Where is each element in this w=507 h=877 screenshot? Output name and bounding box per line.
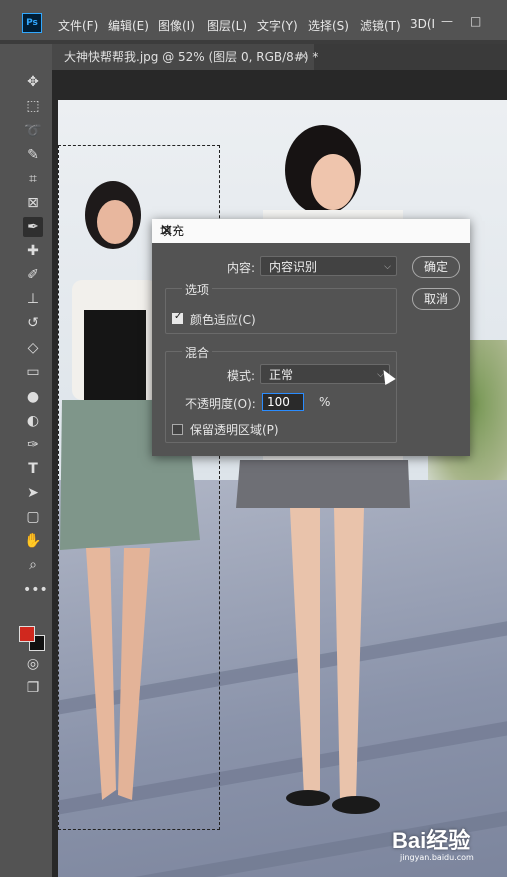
close-icon[interactable]: × (298, 44, 309, 70)
options-label: 选项 (182, 281, 213, 298)
preserve-transparency-label: 保留透明区域(P) (190, 423, 279, 437)
dodge-icon[interactable]: ◐ (23, 411, 43, 431)
hand-icon[interactable]: ✋ (23, 531, 43, 551)
ok-button[interactable]: 确定 (412, 256, 460, 278)
gradient-icon[interactable]: ▭ (23, 362, 43, 382)
eyedropper-icon[interactable]: ✒ (23, 217, 43, 237)
menu-layer[interactable]: 图层(L) (207, 17, 247, 34)
lasso-icon[interactable]: ➰ (23, 121, 43, 141)
menu-file[interactable]: 文件(F) (58, 17, 98, 34)
document-tab[interactable]: 大神快帮帮我.jpg @ 52% (图层 0, RGB/8#) * × (52, 44, 318, 70)
mode-select[interactable]: 正常 ⌵ (260, 364, 390, 384)
dialog-title-bar: 填充 ✕ (152, 219, 470, 243)
rectangle-icon[interactable]: ▢ (23, 507, 43, 527)
quick-mask-icon[interactable]: ◎ (23, 654, 43, 674)
history-brush-icon[interactable]: ↺ (23, 313, 43, 333)
content-select-value: 内容识别 (269, 260, 318, 274)
menu-type[interactable]: 文字(Y) (257, 17, 298, 34)
menu-select[interactable]: 选择(S) (308, 17, 349, 34)
menu-edit[interactable]: 编辑(E) (108, 17, 149, 34)
menu-3d[interactable]: 3D(I (410, 17, 435, 31)
document-tab-title: 大神快帮帮我.jpg @ 52% (图层 0, RGB/8#) * (64, 50, 319, 64)
path-select-icon[interactable]: ➤ (23, 483, 43, 503)
menu-filter[interactable]: 滤镜(T) (360, 17, 401, 34)
watermark-logo: Bai经验 (392, 828, 471, 853)
mode-select-value: 正常 (269, 368, 294, 382)
blur-icon[interactable]: ● (23, 387, 43, 407)
color-adapt-label: 颜色适应(C) (190, 313, 256, 327)
opacity-unit: % (319, 395, 331, 409)
tab-bar: 大神快帮帮我.jpg @ 52% (图层 0, RGB/8#) * × (52, 44, 507, 70)
healing-icon[interactable]: ✚ (23, 241, 43, 261)
tools-panel: ✥ ⬚ ➰ ✎ ⌗ ⊠ ✒ ✚ ✐ ⊥ ↺ ◇ ▭ ● ◐ ✑ T ➤ ▢ ✋ … (0, 44, 52, 877)
blend-label: 混合 (182, 344, 213, 361)
pen-icon[interactable]: ✑ (23, 435, 43, 455)
screen-mode-icon[interactable]: ❐ (23, 678, 43, 698)
photoshop-logo: Ps (22, 13, 42, 33)
close-icon[interactable]: ✕ (160, 219, 462, 243)
type-icon[interactable]: T (23, 459, 43, 479)
opacity-input[interactable]: 100 (262, 393, 304, 411)
foreground-color-swatch[interactable] (19, 626, 35, 642)
watermark-url: jingyan.baidu.com (400, 853, 474, 862)
brush-icon[interactable]: ✐ (23, 265, 43, 285)
minimize-button[interactable]: — (441, 14, 453, 28)
color-adapt-checkbox[interactable] (172, 311, 183, 324)
cancel-button[interactable]: 取消 (412, 288, 460, 310)
more-icon[interactable]: ••• (23, 580, 48, 600)
chevron-down-icon: ⌵ (384, 262, 391, 272)
opacity-label: 不透明度(O): (185, 397, 256, 411)
zoom-icon[interactable]: ⌕ (23, 555, 43, 575)
menu-image[interactable]: 图像(I) (158, 17, 195, 34)
eraser-icon[interactable]: ◇ (23, 338, 43, 358)
content-label: 内容: (227, 261, 256, 275)
fill-dialog: 填充 ✕ 内容: 内容识别 ⌵ 确定 取消 选项 颜色适应(C) 混合 模式: … (152, 219, 470, 456)
crop-icon[interactable]: ⌗ (23, 169, 43, 189)
frame-icon[interactable]: ⊠ (23, 193, 43, 213)
quick-select-icon[interactable]: ✎ (23, 145, 43, 165)
move-icon[interactable]: ✥ (23, 72, 43, 92)
mode-label: 模式: (227, 369, 256, 383)
preserve-transparency-checkbox[interactable] (172, 424, 183, 435)
maximize-button[interactable]: □ (470, 14, 481, 28)
stamp-icon[interactable]: ⊥ (23, 289, 43, 309)
content-select[interactable]: 内容识别 ⌵ (260, 256, 397, 276)
marquee-icon[interactable]: ⬚ (23, 96, 43, 116)
menu-bar: Ps 文件(F) 编辑(E) 图像(I) 图层(L) 文字(Y) 选择(S) 滤… (0, 0, 507, 40)
